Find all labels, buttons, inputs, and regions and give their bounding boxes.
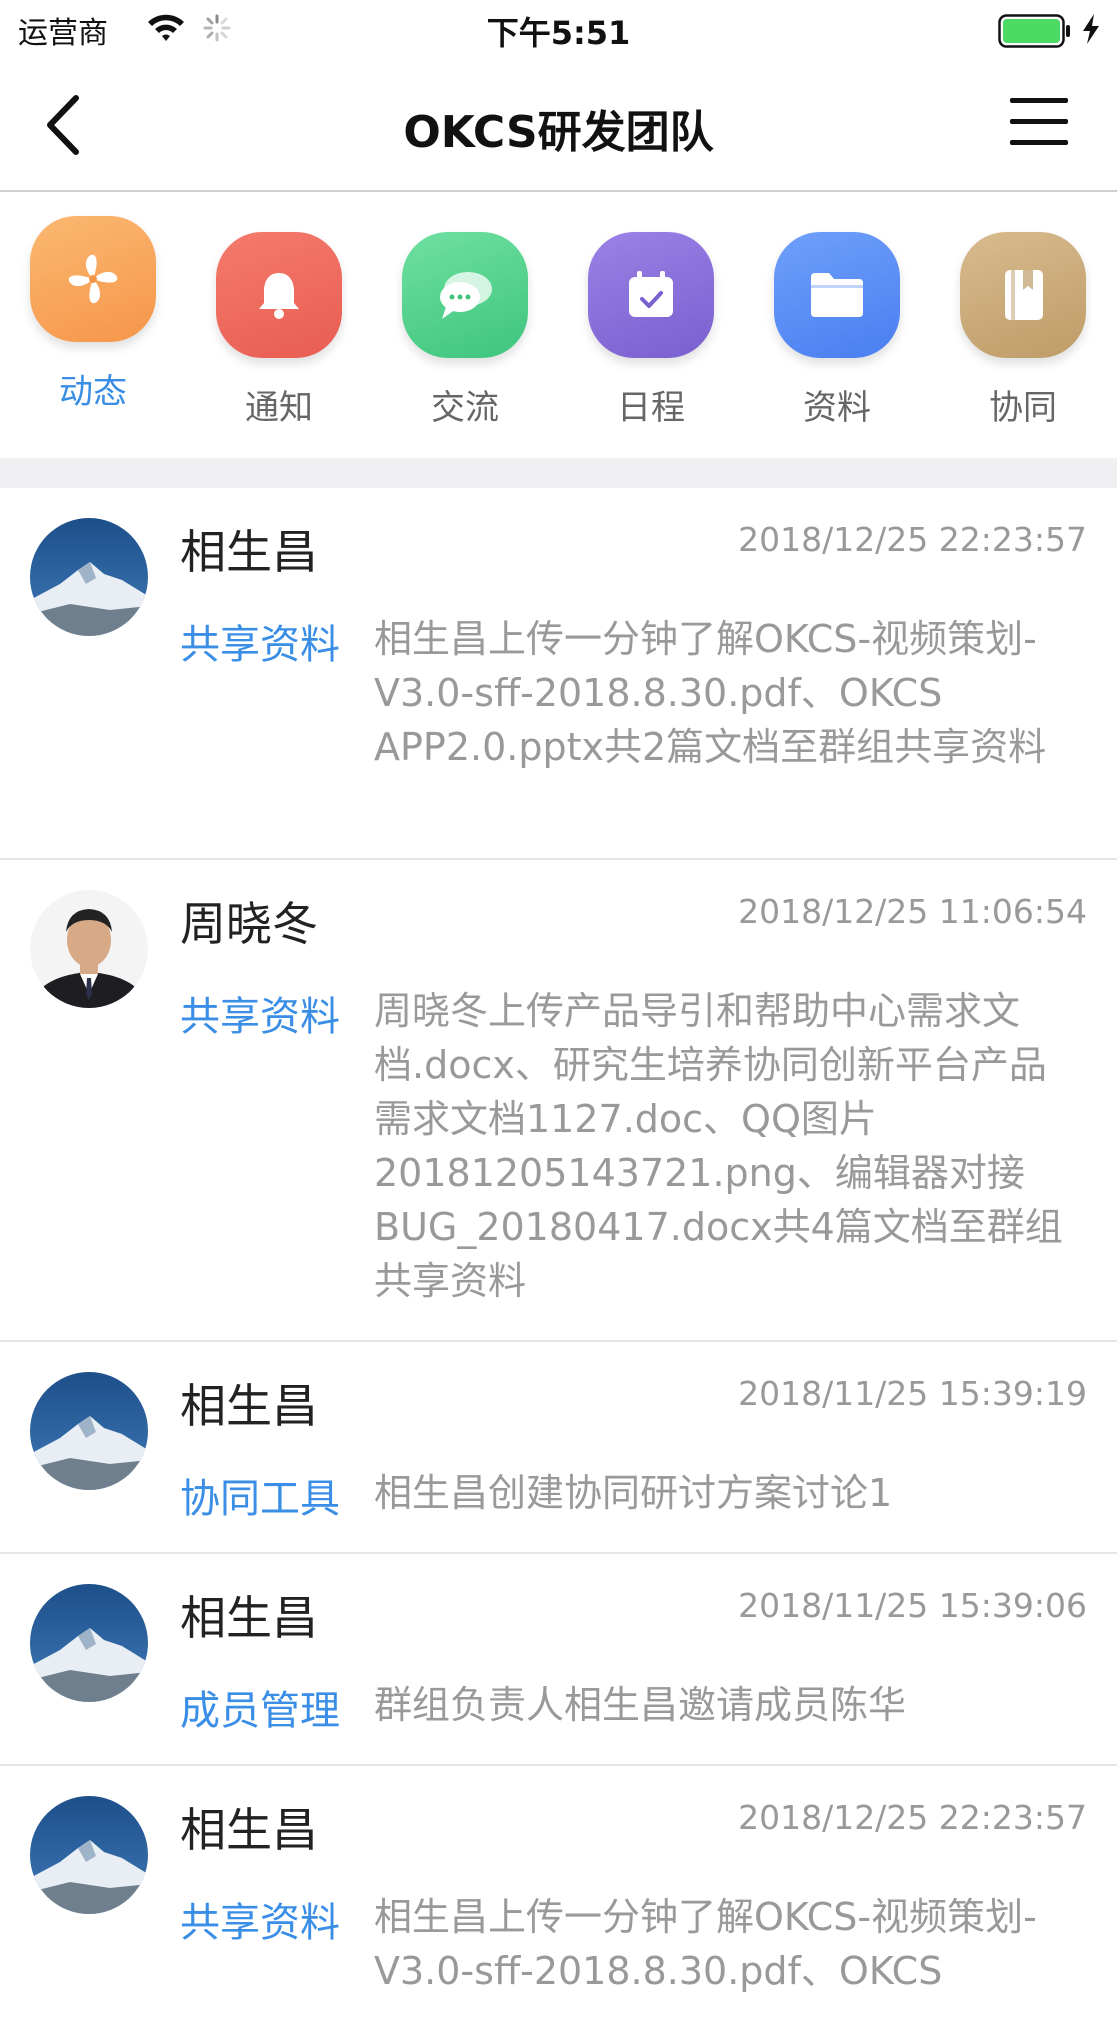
chat-bubbles-icon bbox=[402, 232, 528, 358]
category-label: 资料 bbox=[803, 388, 871, 428]
folder-icon bbox=[774, 232, 900, 358]
timestamp: 2018/12/25 11:06:54 bbox=[738, 892, 1087, 931]
feed-item[interactable]: 相生昌 2018/11/25 15:39:06 成员管理 群组负责人相生昌邀请成… bbox=[0, 1554, 1117, 1766]
activity-description: 相生昌创建协同研讨方案讨论1 bbox=[374, 1471, 893, 1515]
book-icon bbox=[960, 232, 1086, 358]
activity-description: 相生昌上传一分钟了解OKCS-视频策划-V3.0-sff-2018.8.30.p… bbox=[374, 1895, 1037, 1993]
status-time: 下午5:51 bbox=[486, 14, 631, 52]
battery-icon bbox=[998, 14, 1070, 48]
activity-description: 相生昌上传一分钟了解OKCS-视频策划-V3.0-sff-2018.8.30.p… bbox=[374, 617, 1047, 769]
author-name: 相生昌 bbox=[180, 1591, 318, 1645]
author-name: 相生昌 bbox=[180, 1379, 318, 1433]
category-tag[interactable]: 共享资料 bbox=[180, 612, 340, 670]
author-name: 周晓冬 bbox=[180, 897, 318, 951]
timestamp: 2018/11/25 15:39:06 bbox=[738, 1586, 1087, 1625]
category-chat[interactable]: 交流 bbox=[402, 232, 528, 432]
section-divider bbox=[0, 458, 1117, 488]
category-collab[interactable]: 协同 bbox=[960, 232, 1086, 432]
charging-bolt-icon bbox=[1083, 14, 1099, 44]
bell-icon bbox=[216, 232, 342, 358]
author-name: 相生昌 bbox=[180, 525, 318, 579]
feed-item[interactable]: 周晓冬 2018/12/25 11:06:54 共享资料 周晓冬上传产品导引和帮… bbox=[0, 860, 1117, 1342]
avatar[interactable] bbox=[30, 1372, 148, 1490]
activity-description: 周晓冬上传产品导引和帮助中心需求文档.docx、研究生培养协同创新平台产品需求文… bbox=[374, 989, 1063, 1303]
feed-item[interactable]: 相生昌 2018/12/25 22:23:57 共享资料 相生昌上传一分钟了解O… bbox=[0, 1766, 1117, 2026]
category-tag[interactable]: 共享资料 bbox=[180, 984, 340, 1042]
category-label: 交流 bbox=[431, 388, 499, 428]
activity-description: 群组负责人相生昌邀请成员陈华 bbox=[374, 1683, 907, 1727]
feed-item[interactable]: 相生昌 2018/11/25 15:39:19 协同工具 相生昌创建协同研讨方案… bbox=[0, 1342, 1117, 1554]
category-bar: 动态 通知 交流 日程 资料 协同 bbox=[0, 192, 1117, 458]
category-schedule[interactable]: 日程 bbox=[588, 232, 714, 432]
feed-item[interactable]: 相生昌 2018/12/25 22:23:57 共享资料 相生昌上传一分钟了解O… bbox=[0, 488, 1117, 860]
author-name: 相生昌 bbox=[180, 1803, 318, 1857]
avatar[interactable] bbox=[30, 890, 148, 1008]
avatar[interactable] bbox=[30, 1796, 148, 1914]
category-tag[interactable]: 成员管理 bbox=[180, 1678, 340, 1736]
timestamp: 2018/11/25 15:39:19 bbox=[738, 1374, 1087, 1413]
category-activity[interactable]: 动态 bbox=[30, 216, 156, 432]
navigation-bar: OKCS研发团队 bbox=[0, 60, 1117, 192]
category-notice[interactable]: 通知 bbox=[216, 232, 342, 432]
pinwheel-icon bbox=[30, 216, 156, 342]
category-files[interactable]: 资料 bbox=[774, 232, 900, 432]
activity-feed: 相生昌 2018/12/25 22:23:57 共享资料 相生昌上传一分钟了解O… bbox=[0, 488, 1117, 2026]
status-bar: 运营商 下午5:51 bbox=[0, 0, 1117, 60]
page-title: OKCS研发团队 bbox=[403, 107, 714, 158]
timestamp: 2018/12/25 22:23:57 bbox=[738, 520, 1087, 559]
category-label: 通知 bbox=[245, 388, 313, 428]
timestamp: 2018/12/25 22:23:57 bbox=[738, 1798, 1087, 1837]
category-label: 协同 bbox=[989, 388, 1057, 428]
category-tag[interactable]: 共享资料 bbox=[180, 1890, 340, 1948]
category-tag[interactable]: 协同工具 bbox=[180, 1466, 340, 1524]
calendar-check-icon bbox=[588, 232, 714, 358]
hamburger-menu-icon[interactable] bbox=[1008, 94, 1070, 150]
avatar[interactable] bbox=[30, 518, 148, 636]
category-label: 动态 bbox=[59, 372, 127, 412]
category-label: 日程 bbox=[617, 388, 685, 428]
avatar[interactable] bbox=[30, 1584, 148, 1702]
